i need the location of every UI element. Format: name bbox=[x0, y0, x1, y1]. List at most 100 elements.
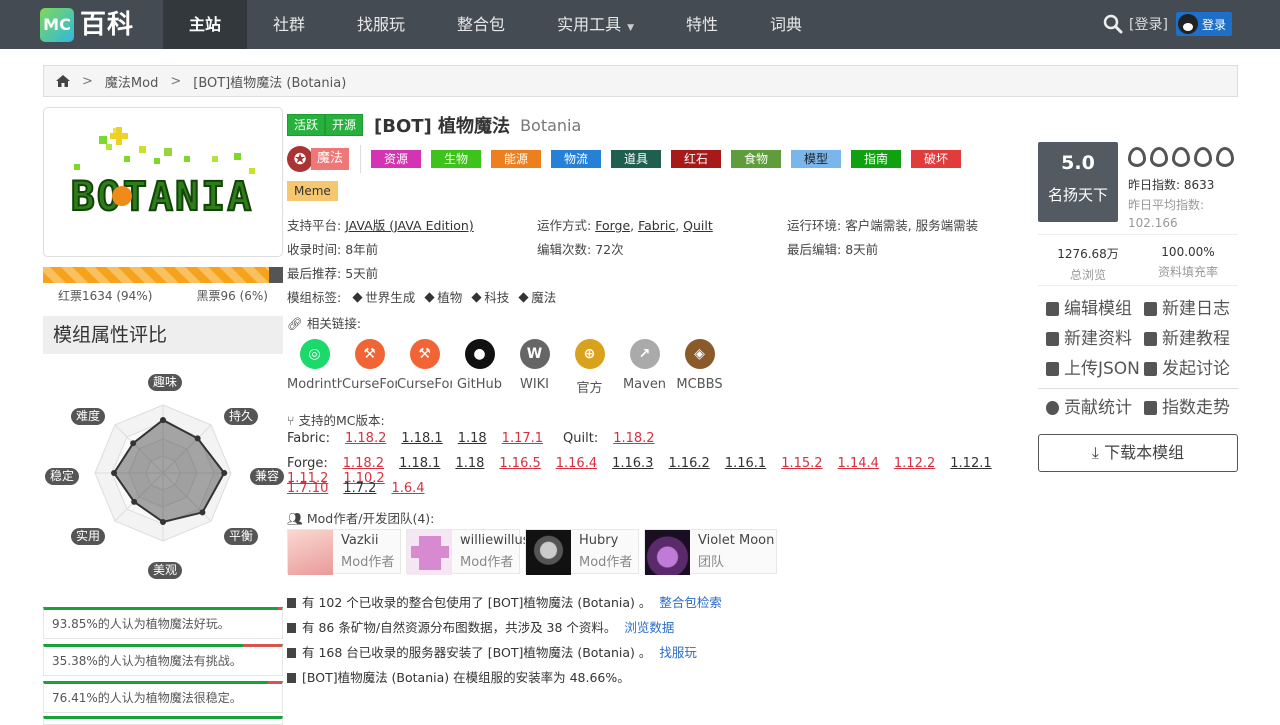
black-votes[interactable]: 黑票96 (6%) bbox=[197, 287, 269, 304]
breadcrumb-category[interactable]: 魔法Mod bbox=[105, 72, 158, 91]
opinion-text: 93.85%的人认为植物魔法好玩。 bbox=[52, 617, 230, 631]
opinion-card[interactable]: 35.38%的人认为植物魔法有挑战。 bbox=[43, 644, 283, 676]
link-curseforge[interactable]: ⚒ CurseForge bbox=[342, 339, 397, 396]
version-link[interactable]: 1.14.4 bbox=[838, 456, 879, 471]
menu-item-community[interactable]: 社群 bbox=[247, 0, 331, 49]
author-card[interactable]: Vazkii Mod作者 bbox=[287, 529, 401, 575]
search-icon[interactable] bbox=[1103, 14, 1123, 34]
version-link[interactable]: 1.12.1 bbox=[950, 456, 991, 471]
menu-item-home[interactable]: 主站 bbox=[163, 0, 248, 49]
version-link[interactable]: 1.6.4 bbox=[391, 481, 424, 496]
menu-item-dictionary[interactable]: 词典 bbox=[744, 0, 828, 49]
link-official[interactable]: ⊕ 官方 bbox=[562, 339, 617, 396]
version-link[interactable]: 1.18.1 bbox=[399, 456, 440, 471]
login-link[interactable]: [登录] bbox=[1129, 14, 1168, 34]
menu-label: 词典 bbox=[770, 15, 803, 34]
opinion-card[interactable] bbox=[43, 716, 283, 725]
index-trend-button[interactable]: 指数走势 bbox=[1144, 393, 1230, 423]
author-card[interactable]: Violet Moon 团队 bbox=[644, 529, 777, 575]
contribution-stats-button[interactable]: 贡献统计 bbox=[1046, 393, 1132, 423]
tag-redstone[interactable]: 红石 bbox=[671, 150, 722, 168]
link-maven[interactable]: ↗ Maven bbox=[617, 339, 672, 396]
platform-link[interactable]: JAVA版 (JAVA Edition) bbox=[345, 218, 474, 233]
author-name: Violet Moon bbox=[698, 533, 775, 548]
tag-logistics[interactable]: 物流 bbox=[551, 150, 602, 168]
curseforge-icon: ⚒ bbox=[354, 339, 385, 369]
version-link[interactable]: 1.12.2 bbox=[894, 456, 935, 471]
qq-login-button[interactable]: 登录 bbox=[1175, 12, 1232, 36]
red-votes[interactable]: 红票1634 (94%) bbox=[58, 287, 152, 304]
menu-item-servers[interactable]: 找服玩 bbox=[331, 0, 431, 49]
download-button[interactable]: ⤓ 下载本模组 bbox=[1038, 434, 1238, 472]
run-forge-link[interactable]: Forge bbox=[595, 218, 630, 233]
tag-resource[interactable]: 资源 bbox=[371, 150, 422, 168]
breadcrumb-current: [BOT]植物魔法 (Botania) bbox=[193, 75, 347, 91]
author-card[interactable]: williewillus Mod作者 bbox=[406, 529, 530, 575]
version-link[interactable]: 1.18.2 bbox=[613, 431, 654, 446]
home-icon[interactable] bbox=[56, 75, 70, 87]
tag-item[interactable]: 道具 bbox=[611, 150, 662, 168]
start-discussion-button[interactable]: 发起讨论 bbox=[1144, 354, 1230, 384]
version-link[interactable]: 1.16.1 bbox=[725, 456, 766, 471]
menu-item-modpacks[interactable]: 整合包 bbox=[431, 0, 531, 49]
modtag-tag-icon[interactable]: 植物 bbox=[425, 287, 462, 306]
version-link[interactable]: 1.18 bbox=[458, 431, 487, 446]
stat-link[interactable]: 找服玩 bbox=[659, 645, 697, 660]
version-link[interactable]: 1.15.2 bbox=[781, 456, 822, 471]
stat-text: 有 86 条矿物/自然资源分布图数据，共涉及 38 个资料。 bbox=[302, 620, 617, 635]
version-link[interactable]: 1.18 bbox=[455, 456, 484, 471]
version-link[interactable]: 1.17.1 bbox=[502, 431, 543, 446]
modtag-tag-icon[interactable]: 魔法 bbox=[519, 287, 556, 306]
link-mcbbs[interactable]: ◈ MCBBS bbox=[672, 339, 727, 396]
radar-label-durable: 持久 bbox=[224, 408, 259, 425]
versions-heading: ⑂ 支持的MC版本: bbox=[287, 410, 385, 429]
new-item-button[interactable]: 新建资料 bbox=[1046, 324, 1132, 354]
info-platform: 支持平台: JAVA版 (JAVA Edition) bbox=[287, 215, 474, 234]
tag-meme[interactable]: Meme bbox=[287, 181, 338, 201]
version-link[interactable]: 1.16.5 bbox=[499, 456, 540, 471]
tag-energy[interactable]: 能源 bbox=[491, 150, 542, 168]
breadcrumb: > 魔法Mod > [BOT]植物魔法 (Botania) bbox=[43, 65, 1238, 97]
new-log-button[interactable]: 新建日志 bbox=[1144, 294, 1230, 324]
tag-guide[interactable]: 指南 bbox=[851, 150, 902, 168]
opinion-card[interactable]: 76.41%的人认为植物魔法很稳定。 bbox=[43, 681, 283, 713]
run-quilt-link[interactable]: Quilt bbox=[683, 218, 713, 233]
link-modrinth[interactable]: ◎ Modrinth bbox=[287, 339, 342, 396]
menu-item-features[interactable]: 特性 bbox=[660, 0, 744, 49]
version-link[interactable]: 1.18.2 bbox=[343, 456, 384, 471]
author-card[interactable]: Hubry Mod作者 bbox=[525, 529, 639, 575]
version-link[interactable]: 1.16.4 bbox=[556, 456, 597, 471]
version-link[interactable]: 1.18.2 bbox=[345, 431, 386, 446]
site-logo[interactable]: MC 百科 bbox=[40, 8, 140, 42]
opinion-card[interactable]: 93.85%的人认为植物魔法好玩。 bbox=[43, 607, 283, 639]
version-link[interactable]: 1.16.3 bbox=[612, 456, 653, 471]
tag-mob[interactable]: 生物 bbox=[431, 150, 482, 168]
stat-link[interactable]: 浏览数据 bbox=[624, 620, 674, 635]
link-github[interactable]: ● GitHub bbox=[452, 339, 507, 396]
version-link[interactable]: 1.18.1 bbox=[401, 431, 442, 446]
version-link[interactable]: 1.16.2 bbox=[668, 456, 709, 471]
info-last-edit: 最后编辑: 8天前 bbox=[787, 239, 878, 258]
action-label: 上传JSON bbox=[1064, 359, 1140, 379]
tag-destruction[interactable]: 破坏 bbox=[911, 150, 962, 168]
modtag-tag-icon[interactable]: 世界生成 bbox=[353, 287, 415, 306]
wiki-icon: W bbox=[519, 339, 550, 369]
mod-category-tags: ✪ 魔法 资源 生物 能源 物流 道具 红石 食物 模型 指南 破坏 Meme bbox=[287, 145, 1007, 201]
link-curseforge-2[interactable]: ⚒ CurseForge bbox=[397, 339, 452, 396]
upload-json-button[interactable]: 上传JSON bbox=[1046, 354, 1140, 384]
info-env: 运行环境: 客户端需装, 服务端需装 bbox=[787, 215, 978, 234]
modtag-tag-icon[interactable]: 科技 bbox=[472, 287, 509, 306]
radar-point bbox=[111, 470, 118, 476]
tag-model[interactable]: 模型 bbox=[791, 150, 842, 168]
action-label: 新建日志 bbox=[1162, 299, 1230, 319]
version-link[interactable]: 1.7.2 bbox=[343, 481, 376, 496]
tag-food[interactable]: 食物 bbox=[731, 150, 782, 168]
run-fabric-link[interactable]: Fabric bbox=[638, 218, 675, 233]
version-link[interactable]: 1.7.10 bbox=[287, 481, 328, 496]
menu-item-tools[interactable]: 实用工具 ▼ bbox=[531, 0, 660, 49]
new-tutorial-button[interactable]: 新建教程 bbox=[1144, 324, 1230, 354]
link-wiki[interactable]: W WIKI bbox=[507, 339, 562, 396]
stat-link[interactable]: 整合包检索 bbox=[659, 595, 722, 610]
edit-mod-button[interactable]: 编辑模组 bbox=[1046, 294, 1132, 324]
main-category[interactable]: ✪ 魔法 bbox=[287, 145, 362, 173]
